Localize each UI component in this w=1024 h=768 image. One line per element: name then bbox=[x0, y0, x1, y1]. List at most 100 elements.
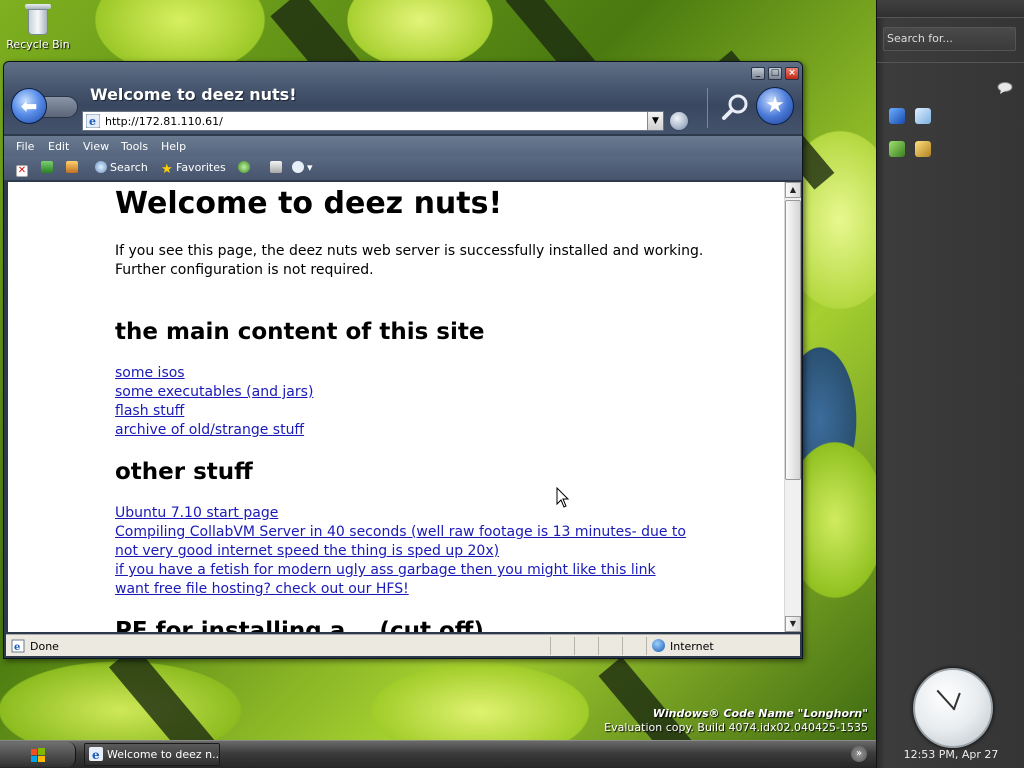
maximize-button[interactable]: □ bbox=[768, 67, 782, 80]
security-zone-label: Internet bbox=[670, 640, 714, 653]
menu-view[interactable]: View bbox=[83, 140, 109, 153]
stop-button[interactable]: ✕ bbox=[16, 161, 31, 177]
menu-bar: File Edit View Tools Help bbox=[4, 136, 802, 156]
link-some-isos[interactable]: some isos bbox=[115, 364, 705, 383]
link-ubuntu-start-page[interactable]: Ubuntu 7.10 start page bbox=[115, 504, 705, 523]
tile-app-icon-3[interactable] bbox=[889, 141, 905, 157]
menu-file[interactable]: File bbox=[16, 140, 34, 153]
favorites-icon: ★ bbox=[161, 162, 173, 177]
page-favicon-icon: e bbox=[86, 114, 100, 128]
main-links: some isos some executables (and jars) fl… bbox=[115, 364, 705, 440]
home-button[interactable] bbox=[66, 161, 81, 177]
command-toolbar: ✕ Search ★ Favorites ▾ bbox=[4, 156, 802, 180]
titlebar-separator bbox=[707, 88, 708, 128]
svg-text:e: e bbox=[14, 642, 20, 653]
watermark-line-2: Evaluation copy. Build 4074.idx02.040425… bbox=[604, 721, 868, 734]
go-refresh-icon[interactable] bbox=[669, 111, 689, 131]
favorites-button[interactable]: ★ Favorites bbox=[161, 161, 226, 177]
refresh-button[interactable] bbox=[41, 161, 56, 177]
window-title: Welcome to deez nuts! bbox=[90, 85, 297, 104]
taskbar-window-button[interactable]: e Welcome to deez n... bbox=[84, 743, 220, 766]
clock-label: 12:53 PM, Apr 27 bbox=[903, 748, 999, 761]
start-button[interactable] bbox=[0, 742, 76, 767]
scroll-down-arrow-icon[interactable]: ▼ bbox=[785, 616, 801, 632]
history-button[interactable] bbox=[238, 161, 253, 177]
history-icon bbox=[238, 161, 250, 173]
link-compiling-collabvm[interactable]: Compiling CollabVM Server in 40 seconds … bbox=[115, 523, 705, 561]
minimize-button[interactable]: _ bbox=[751, 67, 765, 80]
print-button[interactable] bbox=[270, 161, 285, 177]
link-executables[interactable]: some executables (and jars) bbox=[115, 383, 705, 402]
taskbar-window-label: Welcome to deez n... bbox=[107, 748, 220, 761]
scroll-thumb[interactable] bbox=[785, 200, 801, 480]
internet-explorer-icon: e bbox=[89, 747, 103, 761]
mouse-pointer-icon bbox=[556, 487, 570, 508]
taskbar: e Welcome to deez n... » bbox=[0, 740, 876, 768]
sidebar-search-input[interactable]: Search for... bbox=[883, 27, 1016, 51]
tile-app-icon-2[interactable] bbox=[915, 108, 931, 124]
status-text: Done bbox=[30, 640, 59, 653]
vertical-scrollbar[interactable]: ▲ ▼ bbox=[784, 182, 801, 632]
recycle-bin-icon bbox=[25, 2, 51, 36]
page-status-icon: e bbox=[11, 639, 25, 653]
windows-flag-icon bbox=[31, 748, 45, 762]
section-main-title: the main content of this site bbox=[115, 319, 485, 345]
desktop-icon-label: Recycle Bin bbox=[6, 38, 70, 51]
menu-edit[interactable]: Edit bbox=[48, 140, 69, 153]
sidebar-divider bbox=[877, 62, 1024, 63]
menu-help[interactable]: Help bbox=[161, 140, 186, 153]
home-icon bbox=[66, 161, 78, 173]
search-magnifier-icon[interactable] bbox=[721, 93, 749, 121]
status-divider bbox=[622, 637, 623, 655]
address-dropdown-chevron-icon[interactable]: ▼ bbox=[647, 112, 663, 130]
page-content[interactable]: Welcome to deez nuts! If you see this pa… bbox=[8, 182, 784, 632]
favorites-star-icon[interactable]: ★ bbox=[756, 87, 794, 125]
window-titlebar[interactable]: _ □ × ⬅ Welcome to deez nuts! e http://1… bbox=[4, 62, 802, 134]
section-other-title: other stuff bbox=[115, 459, 253, 485]
menu-tools[interactable]: Tools bbox=[121, 140, 148, 153]
status-divider bbox=[598, 637, 599, 655]
search-button[interactable]: Search bbox=[95, 161, 148, 177]
tile-app-icon-4[interactable] bbox=[915, 141, 931, 157]
section-pe-title: PE for installing a... (cut off) bbox=[115, 618, 484, 632]
dropdown-chevron-icon: ▾ bbox=[307, 161, 313, 174]
search-button-label: Search bbox=[110, 161, 148, 174]
scroll-up-arrow-icon[interactable]: ▲ bbox=[785, 182, 801, 198]
clock-minute-hand bbox=[936, 689, 956, 711]
favorites-button-label: Favorites bbox=[176, 161, 226, 174]
link-hfs[interactable]: want free file hosting? check out our HF… bbox=[115, 580, 705, 599]
refresh-icon bbox=[41, 161, 53, 173]
back-button[interactable]: ⬅ bbox=[11, 88, 47, 124]
address-url[interactable]: http://172.81.110.61/ bbox=[105, 115, 223, 128]
status-divider bbox=[550, 637, 551, 655]
desktop-icon-recycle-bin[interactable]: Recycle Bin bbox=[6, 2, 70, 51]
tile-app-icon-1[interactable] bbox=[889, 108, 905, 124]
address-bar[interactable]: e http://172.81.110.61/ ▼ bbox=[82, 111, 664, 131]
messenger-dropdown-button[interactable]: ▾ bbox=[292, 161, 313, 177]
print-icon bbox=[270, 161, 282, 173]
back-arrow-icon: ⬅ bbox=[20, 94, 38, 118]
search-icon bbox=[95, 161, 107, 173]
link-archive[interactable]: archive of old/strange stuff bbox=[115, 421, 705, 440]
sidebar: Search for... 12:53 PM, Apr 27 bbox=[876, 0, 1024, 768]
link-flash-stuff[interactable]: flash stuff bbox=[115, 402, 705, 421]
chat-bubble-icon bbox=[292, 161, 304, 173]
analog-clock-icon[interactable] bbox=[913, 668, 993, 748]
tray-expand-chevron-icon[interactable]: » bbox=[851, 746, 867, 762]
close-button[interactable]: × bbox=[785, 67, 799, 80]
os-watermark: Windows® Code Name "Longhorn" Evaluation… bbox=[604, 707, 868, 735]
internet-zone-globe-icon bbox=[652, 639, 665, 652]
status-divider bbox=[574, 637, 575, 655]
stop-icon: ✕ bbox=[16, 165, 28, 177]
web-page: Welcome to deez nuts! If you see this pa… bbox=[115, 186, 705, 632]
svg-text:e: e bbox=[92, 748, 100, 761]
speech-bubble-icon[interactable] bbox=[997, 82, 1013, 94]
page-heading: Welcome to deez nuts! bbox=[115, 186, 503, 221]
link-modern-garbage[interactable]: if you have a fetish for modern ugly ass… bbox=[115, 561, 705, 580]
page-intro: If you see this page, the deez nuts web … bbox=[115, 243, 704, 278]
status-bar: e Done Internet bbox=[6, 634, 800, 656]
browser-window: _ □ × ⬅ Welcome to deez nuts! e http://1… bbox=[3, 61, 803, 659]
other-links: Ubuntu 7.10 start page Compiling CollabV… bbox=[115, 504, 705, 599]
svg-text:e: e bbox=[89, 115, 96, 128]
sidebar-header bbox=[877, 0, 1024, 18]
